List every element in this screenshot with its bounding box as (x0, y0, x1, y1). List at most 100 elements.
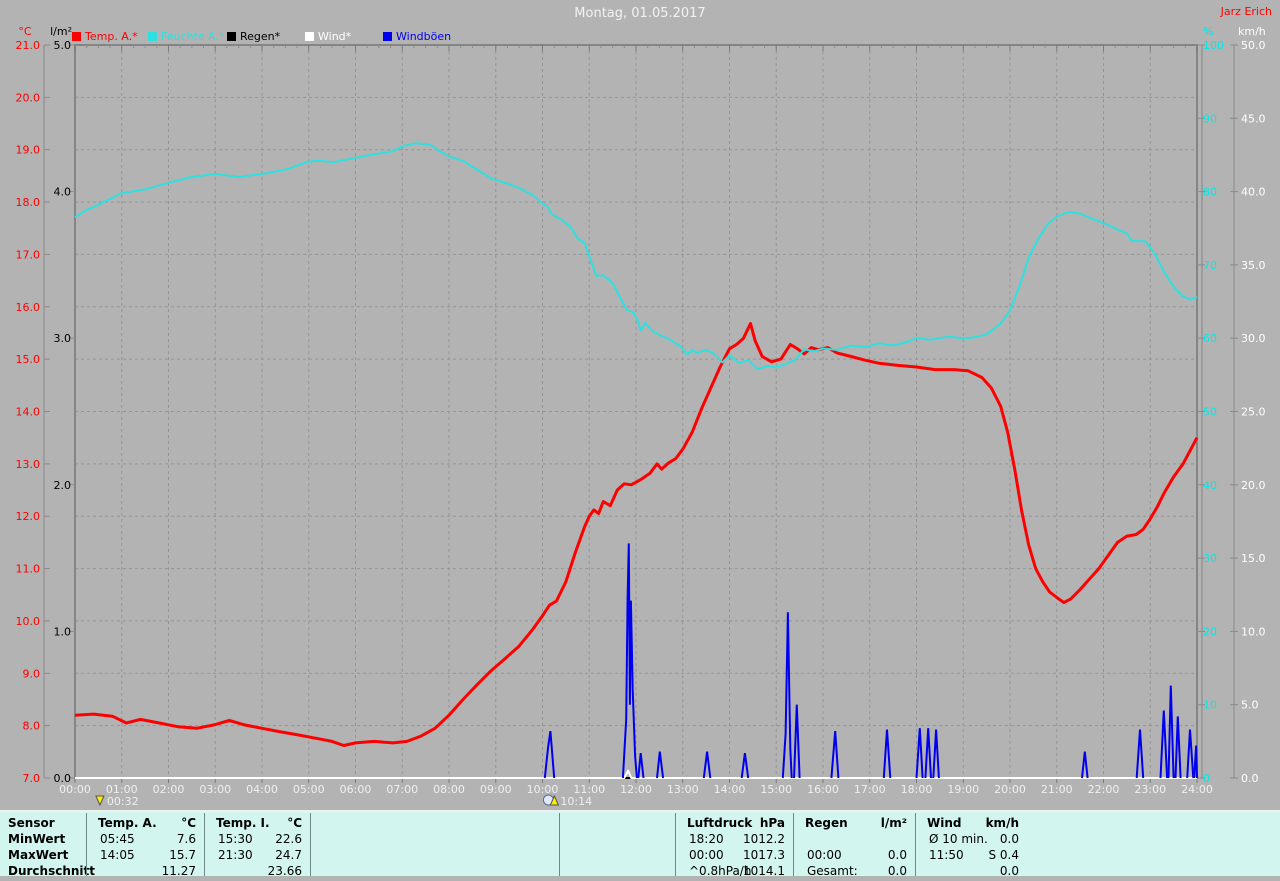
y-tick-pct: 40 (1203, 479, 1217, 492)
y-tick-temp: 12.0 (16, 510, 41, 523)
y-tick-temp: 19.0 (16, 144, 41, 157)
table-cell-value: 7.6 (86, 831, 196, 847)
table-col-unit: hPa (675, 815, 785, 831)
x-tick-label: 24:00 (1181, 783, 1213, 796)
x-tick-label: 02:00 (153, 783, 185, 796)
x-tick-label: 10:00 (527, 783, 559, 796)
table-cell-value: 15.7 (86, 847, 196, 863)
series-windboeen-spike (831, 731, 838, 778)
series-windboeen-spike (1137, 730, 1144, 778)
y-tick-temp: 17.0 (16, 248, 41, 261)
y-tick-wind: 45.0 (1241, 112, 1266, 125)
y-tick-pct: 100 (1203, 39, 1224, 52)
series-windboeen-spike (783, 612, 792, 778)
x-tick-label: 14:00 (714, 783, 746, 796)
y-tick-wind: 50.0 (1241, 39, 1266, 52)
x-tick-label: 20:00 (994, 783, 1026, 796)
y-tick-temp: 20.0 (16, 91, 41, 104)
y-tick-wind: 30.0 (1241, 332, 1266, 345)
x-tick-label: 21:00 (1041, 783, 1073, 796)
y-tick-temp: 9.0 (23, 667, 41, 680)
series-windboeen-spike (933, 730, 939, 778)
weather-chart: 21.020.019.018.017.016.015.014.013.012.0… (0, 0, 1280, 881)
y-tick-pct: 30 (1203, 552, 1217, 565)
y-tick-wind: 20.0 (1241, 479, 1266, 492)
table-divider (915, 813, 916, 877)
series-windboeen-spike (1187, 730, 1193, 778)
y-tick-wind: 5.0 (1241, 699, 1259, 712)
y-tick-pct: 20 (1203, 625, 1217, 638)
y-tick-rain: 4.0 (54, 186, 72, 199)
y-tick-temp: 11.0 (16, 563, 41, 576)
table-row-label: MinWert (8, 831, 65, 847)
x-tick-label: 22:00 (1088, 783, 1120, 796)
x-tick-label: 19:00 (947, 783, 979, 796)
y-tick-temp: 10.0 (16, 615, 41, 628)
y-tick-temp: 16.0 (16, 301, 41, 314)
y-tick-wind: 10.0 (1241, 625, 1266, 638)
series-windboeen-spike (1161, 711, 1168, 778)
x-tick-label: 04:00 (246, 783, 278, 796)
x-tick-label: 08:00 (433, 783, 465, 796)
table-divider (793, 813, 794, 877)
series-windboeen-spike (1169, 686, 1174, 778)
series-windboeen-spike (1194, 746, 1197, 778)
x-tick-label: 15:00 (760, 783, 792, 796)
table-col-unit: °C (86, 815, 196, 831)
series-windboeen-spike (794, 705, 800, 778)
series-windboeen-spike (884, 730, 891, 778)
table-divider (86, 813, 87, 877)
x-tick-label: 13:00 (667, 783, 699, 796)
y-tick-pct: 60 (1203, 332, 1217, 345)
y-tick-pct: 90 (1203, 112, 1217, 125)
stats-table: SensorMinWertMaxWertDurchschnittTemp. A.… (0, 810, 1280, 878)
table-cell-value: S 0.4 (915, 847, 1019, 863)
moonset-icon (96, 796, 104, 805)
x-tick-label: 12:00 (620, 783, 652, 796)
y-tick-pct: 50 (1203, 406, 1217, 419)
table-cell-value: 0.0 (793, 847, 907, 863)
table-divider (204, 813, 205, 877)
y-tick-rain: 5.0 (54, 39, 72, 52)
x-tick-label: 16:00 (807, 783, 839, 796)
table-divider (559, 813, 560, 877)
x-tick-label: 07:00 (386, 783, 418, 796)
y-tick-temp: 18.0 (16, 196, 41, 209)
series-windboeen-spike (545, 731, 554, 778)
y-tick-temp: 13.0 (16, 458, 41, 471)
series-windboeen-spike (623, 543, 637, 778)
table-cell-value: 0.0 (915, 831, 1019, 847)
series-windboeen-spike (704, 752, 711, 778)
y-tick-wind: 15.0 (1241, 552, 1266, 565)
x-tick-label: 00:00 (59, 783, 91, 796)
y-tick-pct: 80 (1203, 186, 1217, 199)
series-windboeen-spike (1082, 752, 1088, 778)
y-tick-temp: 15.0 (16, 353, 41, 366)
series-windboeen-spike (638, 753, 643, 778)
x-tick-label: 05:00 (293, 783, 325, 796)
table-cell-value: 24.7 (204, 847, 302, 863)
table-col-unit: km/h (915, 815, 1019, 831)
series-windboeen-spike (925, 728, 931, 778)
table-divider (310, 813, 311, 877)
table-row-label: MaxWert (8, 847, 68, 863)
y-tick-wind: 35.0 (1241, 259, 1266, 272)
table-cell-value: 1012.2 (675, 831, 785, 847)
y-tick-temp: 21.0 (16, 39, 41, 52)
window-bottom-strip (0, 876, 1280, 881)
table-col-unit: °C (204, 815, 302, 831)
y-tick-rain: 1.0 (54, 625, 72, 638)
y-tick-pct: 70 (1203, 259, 1217, 272)
table-row-label: Sensor (8, 815, 55, 831)
table-cell-value: 22.6 (204, 831, 302, 847)
series-windboeen-spike (742, 753, 749, 778)
x-tick-label: 03:00 (199, 783, 231, 796)
x-tick-label: 23:00 (1134, 783, 1166, 796)
x-tick-label: 06:00 (340, 783, 372, 796)
x-tick-label: 09:00 (480, 783, 512, 796)
table-col-unit: l/m² (793, 815, 907, 831)
y-tick-rain: 2.0 (54, 479, 72, 492)
series-windboeen-spike (657, 752, 663, 778)
y-tick-pct: 10 (1203, 699, 1217, 712)
y-tick-temp: 7.0 (23, 772, 41, 785)
